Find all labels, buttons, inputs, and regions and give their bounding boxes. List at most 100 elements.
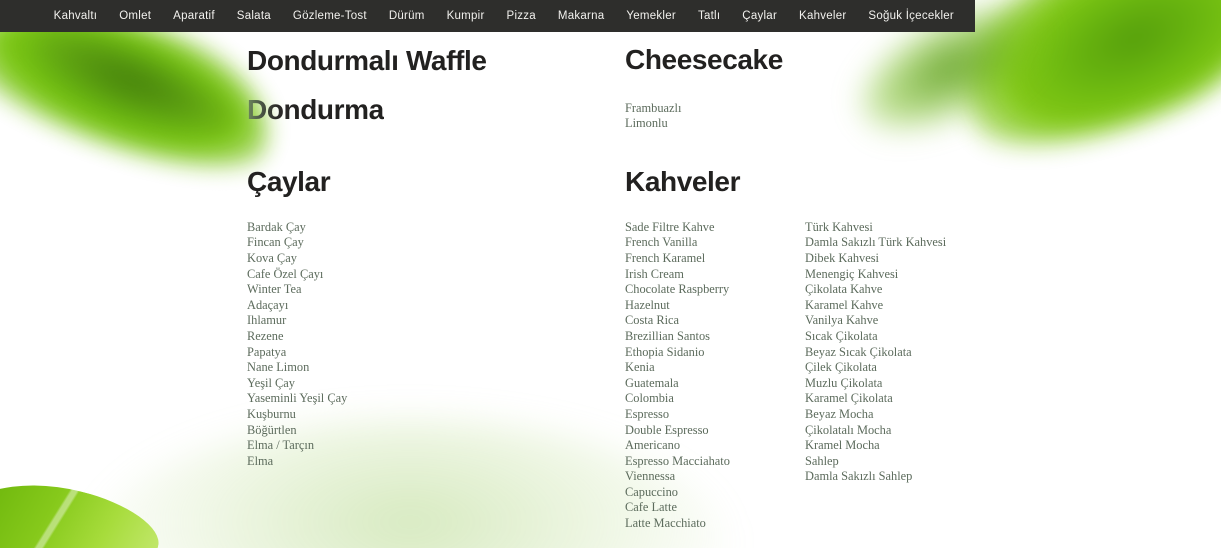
- menu-item: Karamel Çikolata: [805, 391, 893, 406]
- nav-item-yemekler[interactable]: Yemekler: [615, 10, 687, 22]
- menu-item: Sade Filtre Kahve: [625, 219, 715, 234]
- menu-item: Yaseminli Yeşil Çay: [247, 391, 348, 406]
- nav-item-kahvalti[interactable]: Kahvaltı: [43, 10, 109, 22]
- nav-menu-item: Makarna: [547, 0, 616, 32]
- menu-item: Rezene: [247, 328, 284, 343]
- nav-menu-item: Çaylar: [731, 0, 788, 32]
- menu-item: Fincan Çay: [247, 235, 304, 250]
- section-title-dondurma: Dondurma: [247, 94, 384, 125]
- nav-item-kahveler[interactable]: Kahveler: [788, 10, 857, 22]
- menu-item: Damla Sakızlı Türk Kahvesi: [805, 235, 947, 250]
- section-caylar: Çaylar Bardak Çay Fincan Çay Kova Çay Cafe …: [247, 166, 347, 470]
- item-list-caylar: Bardak Çay Fincan Çay Kova Çay Cafe Özel Ça…: [247, 220, 347, 470]
- section-title-cheesecake: Cheesecake: [625, 44, 783, 75]
- section-kahveler: Kahveler Sade Filtre Kahve French Vanilla…: [625, 166, 946, 532]
- top-navigation-bar: Kahvaltı Omlet Aparatif Salata Gözleme-Tost D…: [0, 0, 975, 32]
- menu-item: Viennessa: [625, 469, 676, 484]
- menu-item: Böğürtlen: [247, 422, 297, 437]
- menu-item: Çikolata Kahve: [805, 282, 883, 297]
- section-dondurmali-waffle: Dondurmalı Waffle: [247, 45, 487, 77]
- menu-item: Vanilya Kahve: [805, 313, 879, 328]
- menu-item: Çikolatalı Mocha: [805, 422, 892, 437]
- menu-item: Ihlamur: [247, 313, 287, 328]
- menu-item: Beyaz Sıcak Çikolata: [805, 344, 912, 359]
- menu-item: Adaçayı: [247, 297, 289, 312]
- section-title-dondurmali-waffle: Dondurmalı Waffle: [247, 45, 487, 76]
- menu-item: Kenia: [625, 360, 655, 375]
- menu-item: Çilek Çikolata: [805, 360, 877, 375]
- menu-item: Dibek Kahvesi: [805, 250, 879, 265]
- menu-item: Kuşburnu: [247, 406, 296, 421]
- nav-menu-item: Tatlı: [687, 0, 731, 32]
- nav-menu-list: Kahvaltı Omlet Aparatif Salata Gözleme-Tost D…: [43, 0, 965, 32]
- item-list-kahveler-column-1: Sade Filtre Kahve French Vanilla French Ka…: [625, 220, 805, 532]
- menu-item: Nane Limon: [247, 360, 310, 375]
- nav-item-kumpir[interactable]: Kumpir: [436, 10, 496, 22]
- menu-item: Damla Sakızlı Sahlep: [805, 469, 913, 484]
- menu-item: Latte Macchiato: [625, 516, 706, 531]
- nav-menu-item: Gözleme-Tost: [282, 0, 378, 32]
- menu-item: Sıcak Çikolata: [805, 328, 878, 343]
- nav-menu-item: Kahvaltı: [43, 0, 109, 32]
- menu-item: Irish Cream: [625, 266, 684, 281]
- nav-menu-item: Salata: [226, 0, 282, 32]
- menu-item: Espresso Macciahato: [625, 453, 730, 468]
- nav-menu-item: Kumpir: [436, 0, 496, 32]
- menu-item: Capuccino: [625, 484, 678, 499]
- nav-item-omlet[interactable]: Omlet: [108, 10, 162, 22]
- menu-item: Guatemala: [625, 375, 679, 390]
- nav-item-caylar[interactable]: Çaylar: [731, 10, 788, 22]
- nav-item-durum[interactable]: Dürüm: [378, 10, 436, 22]
- menu-item: Hazelnut: [625, 297, 670, 312]
- nav-menu-item: Dürüm: [378, 0, 436, 32]
- menu-item: Winter Tea: [247, 282, 302, 297]
- nav-menu-item: Omlet: [108, 0, 162, 32]
- menu-content: Dondurmalı Waffle Dondurma Cheesecake Fr…: [0, 32, 1221, 548]
- menu-item: Chocolate Raspberry: [625, 282, 730, 297]
- section-title-kahveler: Kahveler: [625, 166, 741, 197]
- menu-item: Double Espresso: [625, 422, 709, 437]
- item-list-kahveler-column-2: Türk Kahvesi Damla Sakızlı Türk Kahvesi Di…: [805, 220, 946, 532]
- nav-menu-item: Soğuk İçecekler: [857, 0, 965, 32]
- menu-item: Beyaz Mocha: [805, 406, 874, 421]
- menu-item: Elma: [247, 453, 274, 468]
- menu-item: Sahlep: [805, 453, 839, 468]
- nav-item-aparatif[interactable]: Aparatif: [162, 10, 226, 22]
- menu-item: Frambuazlı: [625, 100, 682, 115]
- menu-item: Brezillian Santos: [625, 328, 710, 343]
- nav-menu-item: Kahveler: [788, 0, 857, 32]
- menu-item: Costa Rica: [625, 313, 680, 328]
- menu-item: French Vanilla: [625, 235, 698, 250]
- nav-menu-item: Aparatif: [162, 0, 226, 32]
- menu-item: Kramel Mocha: [805, 438, 880, 453]
- menu-item: Colombia: [625, 391, 674, 406]
- menu-item: Menengiç Kahvesi: [805, 266, 899, 281]
- kahveler-columns: Sade Filtre Kahve French Vanilla French Ka…: [625, 220, 946, 532]
- nav-item-makarna[interactable]: Makarna: [547, 10, 616, 22]
- menu-item: Bardak Çay: [247, 219, 306, 234]
- nav-item-pizza[interactable]: Pizza: [496, 10, 547, 22]
- item-list-cheesecake: Frambuazlı Limonlu: [625, 101, 783, 132]
- nav-menu-item: Yemekler: [615, 0, 687, 32]
- menu-item: Papatya: [247, 344, 287, 359]
- nav-item-tatli[interactable]: Tatlı: [687, 10, 731, 22]
- menu-item: Muzlu Çikolata: [805, 375, 883, 390]
- menu-item: Türk Kahvesi: [805, 219, 873, 234]
- menu-item: Americano: [625, 438, 681, 453]
- nav-item-soguk-icecekler[interactable]: Soğuk İçecekler: [857, 10, 965, 22]
- menu-item: Karamel Kahve: [805, 297, 884, 312]
- nav-item-gozleme-tost[interactable]: Gözleme-Tost: [282, 10, 378, 22]
- menu-item: Cafe Latte: [625, 500, 677, 515]
- menu-item: Elma / Tarçın: [247, 438, 315, 453]
- section-dondurma: Dondurma: [247, 94, 384, 126]
- menu-item: Kova Çay: [247, 250, 297, 265]
- menu-item: Espresso: [625, 406, 670, 421]
- menu-item: Ethopia Sidanio: [625, 344, 705, 359]
- menu-item: Yeşil Çay: [247, 375, 295, 390]
- nav-menu-item: Pizza: [496, 0, 547, 32]
- section-cheesecake: Cheesecake Frambuazlı Limonlu: [625, 44, 783, 132]
- menu-item: Limonlu: [625, 116, 668, 131]
- menu-item: French Karamel: [625, 250, 706, 265]
- nav-item-salata[interactable]: Salata: [226, 10, 282, 22]
- menu-item: Cafe Özel Çayı: [247, 266, 324, 281]
